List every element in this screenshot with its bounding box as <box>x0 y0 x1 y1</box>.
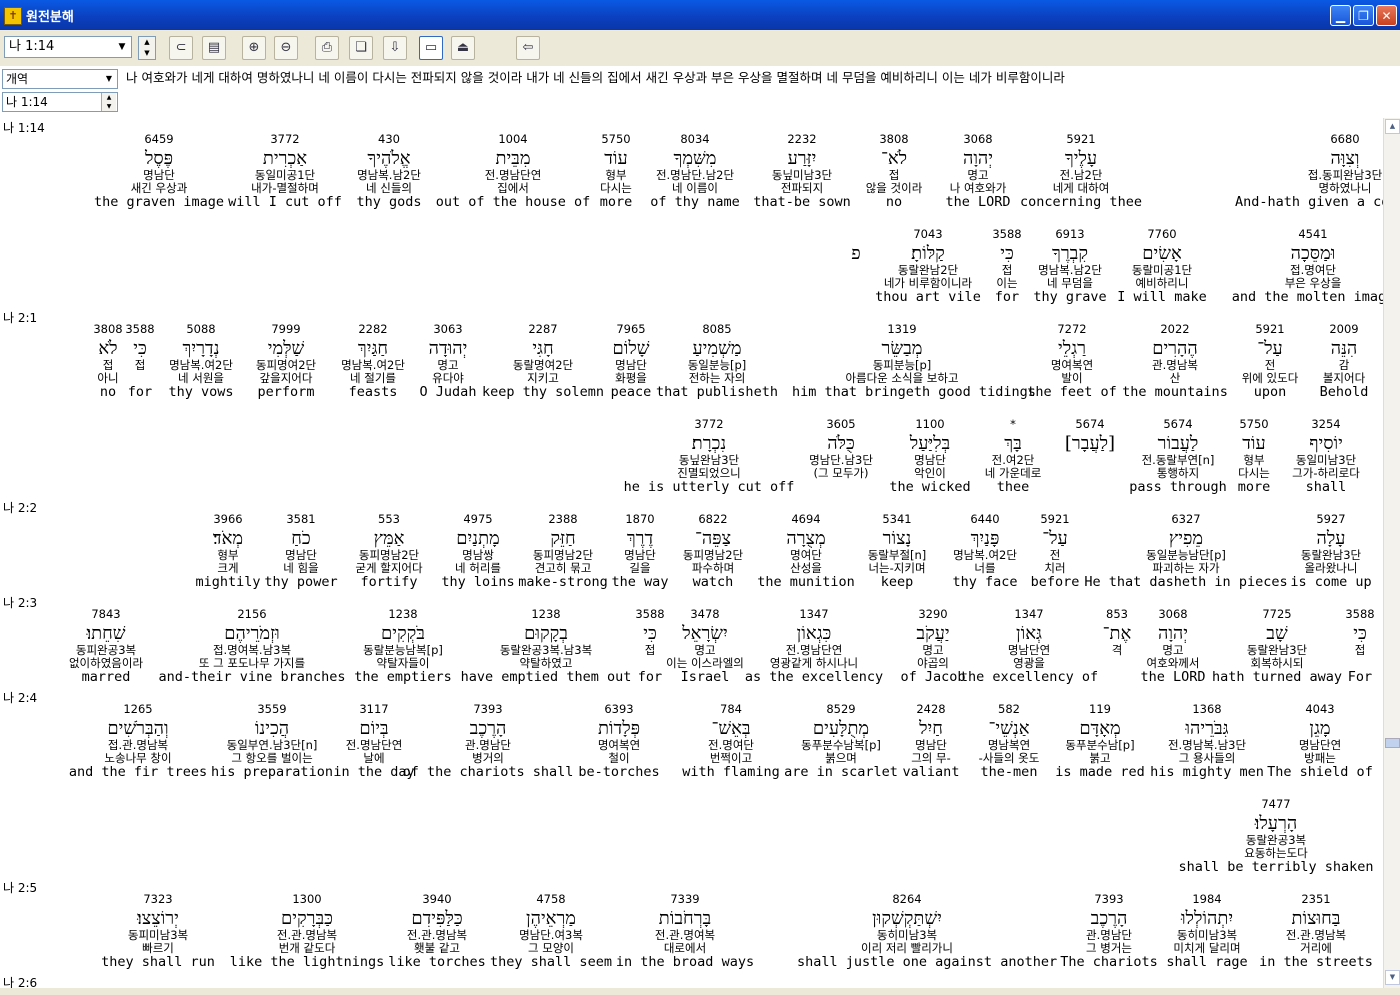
window-view-icon[interactable]: ▭ <box>419 36 443 60</box>
minimize-button[interactable]: ▁ <box>1330 5 1351 26</box>
english-gloss: he is utterly cut off <box>623 479 795 495</box>
strong-number: 3966 <box>213 512 243 526</box>
reference-combo[interactable]: 나 1:14 ▼ <box>4 36 132 58</box>
english-gloss: the graven image <box>93 194 225 210</box>
hebrew-word: וְצִוָּה <box>1330 148 1360 169</box>
close-button[interactable]: ✕ <box>1376 5 1397 26</box>
verse-reference-label: 나 1:14 <box>3 121 45 135</box>
exit-icon[interactable]: ⇦ <box>516 36 540 60</box>
translation-ref-value: 나 1:14 <box>6 95 48 109</box>
hebrew-word: הָרֶכֶב <box>1090 908 1128 929</box>
translation-bar: 개역 ▼ 나 1:14 ▲ ▼ 나 여호와가 네게 대하여 명하였나니 네 이름이… <box>0 66 1400 119</box>
horizontal-scrollbar[interactable] <box>0 988 1400 995</box>
zoom-in-icon[interactable]: ⊕ <box>242 36 266 60</box>
hebrew-word: הָרְעָלוּ׃ <box>1254 813 1298 834</box>
interlinear-word[interactable]: 7477 הָרְעָלוּ׃ 동랄완공3복 요동하는도다 shall be terri… <box>1166 797 1386 877</box>
interlinear-word[interactable]: 3808 לֹא 접 아니 no <box>0 322 218 402</box>
hebrew-word: מְאֹד׃ <box>212 528 244 549</box>
chevron-down-icon[interactable]: ▼ <box>114 38 130 56</box>
reference-value: 나 1:14 <box>9 39 55 54</box>
english-gloss <box>746 291 966 307</box>
strong-number: 3772 <box>694 417 724 431</box>
strong-number: 3808 <box>93 322 123 336</box>
translation-verse-text: 나 여호와가 네게 대하여 명하였나니 네 이름이 다시는 전파되지 않을 것이… <box>126 70 1065 85</box>
interlinear-word[interactable]: 7323 יְרוֹצֵצוּ׃ 동피미남3복 빠르기 they shall run <box>48 892 268 972</box>
english-gloss: shall be terribly shaken <box>1178 859 1374 875</box>
hebrew-word: שִׁחֵתוּ׃ <box>86 623 126 644</box>
english-gloss: and the fir trees <box>68 764 208 780</box>
eject-icon[interactable]: ⏏ <box>451 36 475 60</box>
maximize-button[interactable]: ❐ <box>1353 5 1374 26</box>
strong-number <box>746 229 966 242</box>
scroll-thumb[interactable] <box>1385 738 1400 748</box>
strong-number: 7843 <box>91 607 121 621</box>
chevron-down-icon[interactable]: ▼ <box>102 71 116 87</box>
verse-reference-label: 나 2:2 <box>3 501 38 515</box>
hebrew-word: לֹא <box>98 338 118 359</box>
scroll-up-icon[interactable]: ▲ <box>1385 119 1400 134</box>
strong-number: 1265 <box>123 702 153 716</box>
interlinear-word[interactable]: 3966 מְאֹד׃ 형부 크게 mightily <box>118 512 338 592</box>
scroll-down-icon[interactable]: ▼ <box>1385 970 1400 985</box>
copy-icon[interactable]: ❏ <box>349 36 373 60</box>
interlinear-word[interactable]: 3772 נִכְרָת׃ 동닢완남3단 진멸되었으니 he is utterly cu… <box>599 417 819 497</box>
strong-number: 7393 <box>1094 892 1124 906</box>
toolbar: 나 1:14 ▼ ▲ ▼ ⊂ ▤ ⊕ ⊖ ⎙ ❏ ⇩ ▭ ⏏ ⇦ <box>0 30 1400 67</box>
translation-reference[interactable]: 나 1:14 ▲ ▼ <box>2 92 118 112</box>
english-gloss: they shall run <box>101 954 215 970</box>
interlinear-word[interactable]: פ <box>746 229 966 307</box>
strong-number: 6459 <box>144 132 174 146</box>
english-gloss: mightily <box>195 574 261 590</box>
interlinear-word[interactable]: 1265 וְהַבְּרֹשִׁים 접.관.명남복 노송나무 창이 and the … <box>28 702 248 782</box>
strong-number: 7323 <box>143 892 173 906</box>
title-bar: ✝ 원전분해 ▁ ❐ ✕ <box>0 0 1400 30</box>
parsing-code: 접.동피완남3단 <box>1307 168 1383 182</box>
window-title: 원전분해 <box>26 10 74 25</box>
translation-name: 개역 <box>6 72 29 86</box>
interlinear-view: 나 1:14 나 2:1 나 2:2 나 2:3 나 2:4 나 2:5 나 2:6 6680… <box>0 118 1400 990</box>
translation-select[interactable]: 개역 ▼ <box>2 69 118 89</box>
english-gloss: no <box>99 384 117 400</box>
hebrew-word: פֶּסֶל <box>144 148 174 169</box>
hebrew-word: יְרוֹצֵצוּ׃ <box>137 908 179 929</box>
print-icon[interactable]: ⎙ <box>315 36 339 60</box>
download-icon[interactable]: ⇩ <box>383 36 407 60</box>
strong-number: 7477 <box>1261 797 1291 811</box>
interlinear-word[interactable]: 8264 יִשְׁתַּקְשְׁקוּן 동히미남3복 이리 저리 빨리가니 sha… <box>797 892 1058 972</box>
app-icon: ✝ <box>4 7 22 25</box>
hebrew-word: יִשְׁתַּקְשְׁקוּן <box>872 908 942 929</box>
strong-number: 8264 <box>892 892 922 906</box>
strong-number: 6680 <box>1330 132 1360 146</box>
zoom-out-icon[interactable]: ⊖ <box>274 36 298 60</box>
interlinear-word[interactable]: 7843 שִׁחֵתוּ׃ 동피완공3복 없이하였음이라 marred <box>0 607 216 687</box>
interlinear-word[interactable]: 6459 פֶּסֶל 명남단 새긴 우상과 the graven image <box>49 132 269 212</box>
document-icon[interactable]: ▤ <box>202 36 226 60</box>
spinner-icon[interactable]: ▲ ▼ <box>101 93 116 111</box>
attach-icon[interactable]: ⊂ <box>169 36 193 60</box>
english-gloss: marred <box>81 669 131 685</box>
vertical-scrollbar[interactable]: ▲ ▼ <box>1383 118 1400 988</box>
verse-reference-label: 나 2:5 <box>3 881 38 895</box>
interlinear-word[interactable]: 6680 וְצִוָּה 접.동피완남3단 명하였나니 And-hath given … <box>1235 132 1400 212</box>
hebrew-word: נִכְרָת׃ <box>691 433 727 454</box>
english-gloss: And-hath given a commandment <box>1235 194 1400 210</box>
hebrew-word: וְהַבְּרֹשִׁים <box>107 718 169 739</box>
korean-gloss <box>746 278 966 291</box>
hebrew-word: פ <box>851 243 861 264</box>
parsing-code <box>746 265 966 278</box>
english-gloss: shall justle one against another <box>797 954 1058 970</box>
reference-spinner[interactable]: ▲ ▼ <box>138 36 156 60</box>
